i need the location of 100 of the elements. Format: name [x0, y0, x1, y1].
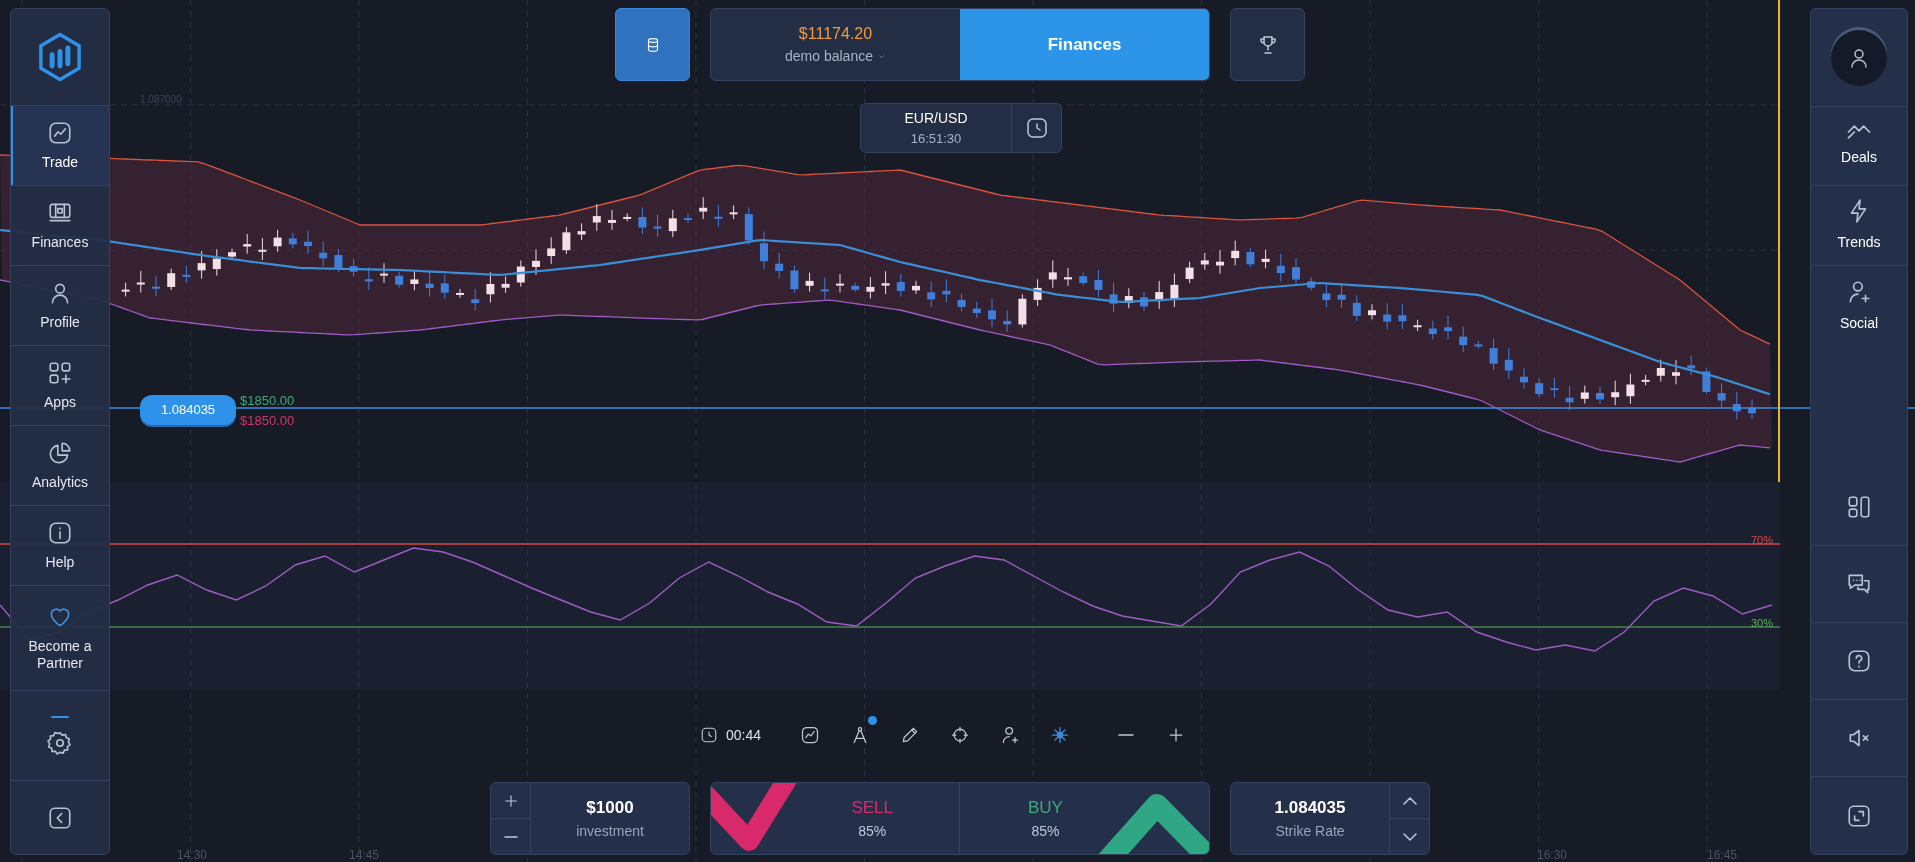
candlestick: [790, 265, 799, 294]
candlestick: [334, 248, 343, 273]
candlestick: [1018, 293, 1027, 329]
candlestick: [349, 258, 358, 278]
candlestick: [896, 273, 905, 298]
candlestick: [1702, 367, 1711, 395]
candlestick: [1368, 303, 1376, 320]
candlestick: [1322, 282, 1331, 308]
minus-icon: [503, 835, 518, 838]
candlestick: [866, 276, 875, 300]
candlestick: [136, 270, 145, 294]
candlestick: [471, 288, 480, 311]
candlestick: [1246, 247, 1255, 268]
indicators-icon: [1050, 725, 1071, 745]
candlestick: [1003, 309, 1012, 333]
candlestick: [1611, 380, 1620, 406]
candlestick: [775, 252, 784, 280]
candlestick: [486, 271, 495, 303]
sidebar-item[interactable]: Become a Partner: [11, 586, 109, 691]
candlestick: [1064, 267, 1072, 287]
sidebar-item[interactable]: Help: [11, 506, 109, 586]
balance-amount: $11174.20: [798, 24, 873, 44]
candlestick: [1292, 257, 1300, 287]
payout-down-label: $1850.00: [240, 412, 295, 430]
settings-icon: [47, 729, 73, 756]
candlestick: [364, 266, 373, 291]
buy-button[interactable]: BUY 85%: [960, 783, 1209, 854]
rsi-level-label: 30%: [1751, 616, 1774, 631]
current-price-label: 1.084035: [140, 395, 236, 425]
candlestick: [851, 282, 860, 293]
candlestick: [972, 301, 981, 319]
candlestick: [1216, 249, 1224, 275]
candlestick: [319, 240, 328, 267]
candlestick: [395, 271, 404, 289]
sidebar-item[interactable]: Deals: [1811, 106, 1907, 186]
time-axis-label: 16:30: [1536, 847, 1568, 862]
strike-rate-label: Strike Rate: [1275, 821, 1345, 841]
candlestick: [1550, 377, 1559, 399]
chevron-left-icon: [47, 804, 73, 831]
help-icon: [1846, 648, 1872, 674]
sidebar-item[interactable]: Trends: [1811, 186, 1907, 266]
candlestick: [805, 272, 814, 293]
investment-amount: $1000: [586, 797, 634, 820]
candlestick: [1641, 374, 1650, 386]
sidebar-item[interactable]: Finances: [11, 186, 109, 266]
sidebar-item[interactable]: Profile: [11, 266, 109, 346]
candlestick: [1155, 280, 1164, 310]
candlestick: [532, 249, 540, 276]
candlestick: [1672, 359, 1680, 385]
add-person-icon: [1000, 725, 1021, 745]
candlestick: [1185, 261, 1194, 284]
candlestick: [1717, 382, 1726, 408]
candlestick: [592, 203, 601, 232]
candlestick: [1626, 373, 1635, 405]
fullscreen-icon: [1846, 802, 1872, 829]
candlestick: [1748, 399, 1756, 420]
candlestick: [1428, 320, 1437, 341]
sidebar-item[interactable]: Trade: [11, 106, 109, 186]
candlestick: [288, 232, 297, 249]
candlestick: [927, 281, 936, 308]
candlestick: [1231, 240, 1240, 266]
time-axis-label: 14:30: [176, 847, 208, 862]
candlestick: [1459, 326, 1468, 353]
candlestick: [942, 278, 951, 303]
candlestick: [1504, 347, 1513, 380]
investment-label: investment: [576, 821, 644, 841]
candlestick: [1261, 249, 1270, 269]
candlestick: [228, 248, 236, 260]
candlestick: [197, 250, 206, 280]
avatar-button[interactable]: [1831, 29, 1887, 86]
candlestick: [121, 282, 130, 297]
candlestick: [501, 276, 510, 294]
candlestick: [380, 262, 388, 284]
candlestick: [1383, 302, 1392, 331]
candlestick: [729, 204, 738, 220]
time-axis-label: 14:45: [348, 847, 380, 862]
candlestick: [1413, 319, 1422, 332]
strike-rate-value: 1.084035: [1274, 797, 1346, 820]
candlestick: [668, 209, 677, 238]
sidebar-item[interactable]: Social: [1811, 266, 1907, 346]
sell-button[interactable]: SELL 85%: [711, 783, 960, 854]
candlestick: [608, 209, 616, 231]
sidebar-item[interactable]: Apps: [11, 346, 109, 426]
sidebar-item[interactable]: Analytics: [11, 426, 109, 506]
candlestick: [304, 230, 312, 255]
candlestick: [1535, 378, 1544, 398]
candlestick: [410, 269, 419, 291]
candlestick: [1337, 282, 1346, 309]
account-selector[interactable]: demo balance: [785, 46, 886, 67]
candlestick: [167, 268, 176, 291]
chart-icon: [800, 725, 821, 745]
candlestick: [1580, 385, 1589, 405]
candlestick: [273, 229, 282, 253]
candlestick: [1200, 252, 1209, 271]
candlestick: [425, 271, 434, 297]
candlestick: [1307, 276, 1316, 292]
candlestick: [456, 288, 464, 299]
candlestick: [1140, 291, 1148, 311]
candlestick: [152, 275, 160, 297]
layout-icon: [1846, 494, 1872, 520]
